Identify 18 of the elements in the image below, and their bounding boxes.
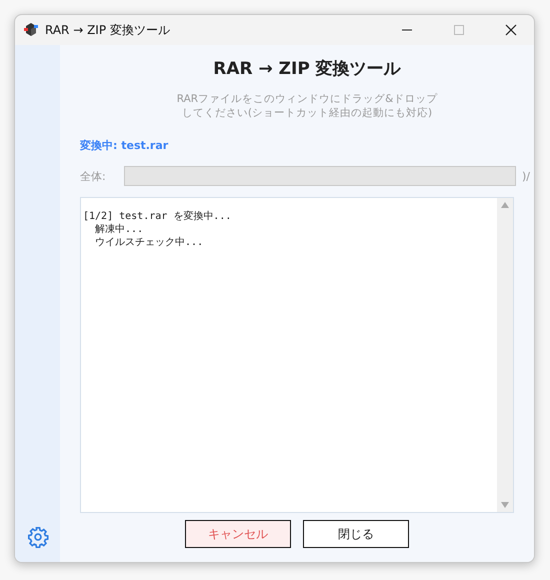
- window-title: RAR → ZIP 変換ツール: [45, 22, 171, 38]
- log-line: ウイルスチェック中...: [94, 236, 204, 249]
- close-dialog-button[interactable]: 閉じる: [303, 520, 409, 548]
- maximize-icon: [454, 25, 464, 35]
- scrollbar[interactable]: [497, 198, 513, 512]
- log-line: [1/2] test.rar を変換中...: [83, 210, 232, 223]
- progress-reading: )/: [522, 170, 530, 182]
- settings-icon[interactable]: [26, 526, 48, 548]
- app-heading: RAR → ZIP 変換ツール: [212, 58, 402, 80]
- progress-label: 全体:: [80, 168, 106, 184]
- instruction-text: RARファイルをこのウィンドウにドラッグ&ドロップ: [176, 92, 438, 106]
- instruction-text: してください(ショートカット経由の起動にも対応): [182, 106, 432, 120]
- status-text: 変換中: test.rar: [80, 138, 170, 153]
- cube-icon: [23, 22, 39, 38]
- scroll-down-icon[interactable]: [501, 502, 509, 508]
- scroll-up-icon[interactable]: [501, 202, 509, 208]
- close-icon: [505, 24, 517, 36]
- log-line: 解凍中...: [94, 223, 144, 236]
